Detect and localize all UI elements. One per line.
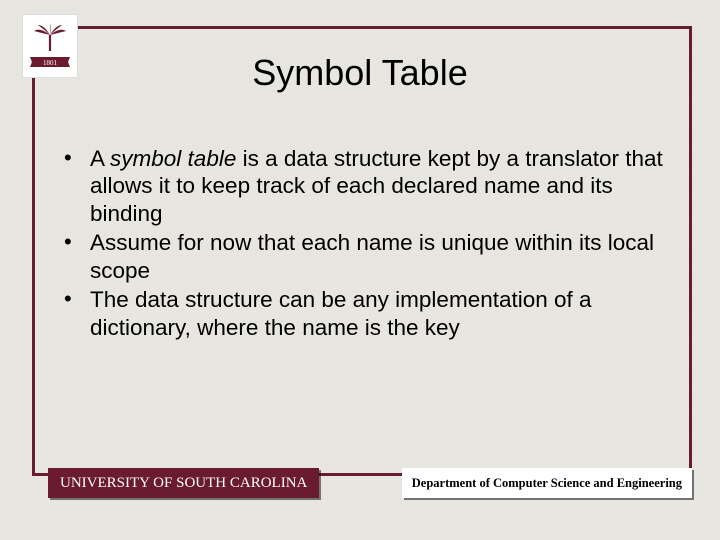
footer-university: UNIVERSITY OF SOUTH CAROLINA [48,468,319,498]
list-item: The data structure can be any implementa… [60,286,670,341]
bullet-list: A symbol table is a data structure kept … [60,145,670,343]
bullet-text-pre: A [90,146,110,171]
bullet-text: Assume for now that each name is unique … [90,230,654,282]
bullet-emphasis: symbol table [110,146,236,171]
list-item: A symbol table is a data structure kept … [60,145,670,227]
bullet-text: The data structure can be any implementa… [90,287,592,339]
list-item: Assume for now that each name is unique … [60,229,670,284]
slide-title: Symbol Table [0,52,720,94]
palmetto-tree-icon [30,23,70,53]
footer-department: Department of Computer Science and Engin… [402,468,692,498]
